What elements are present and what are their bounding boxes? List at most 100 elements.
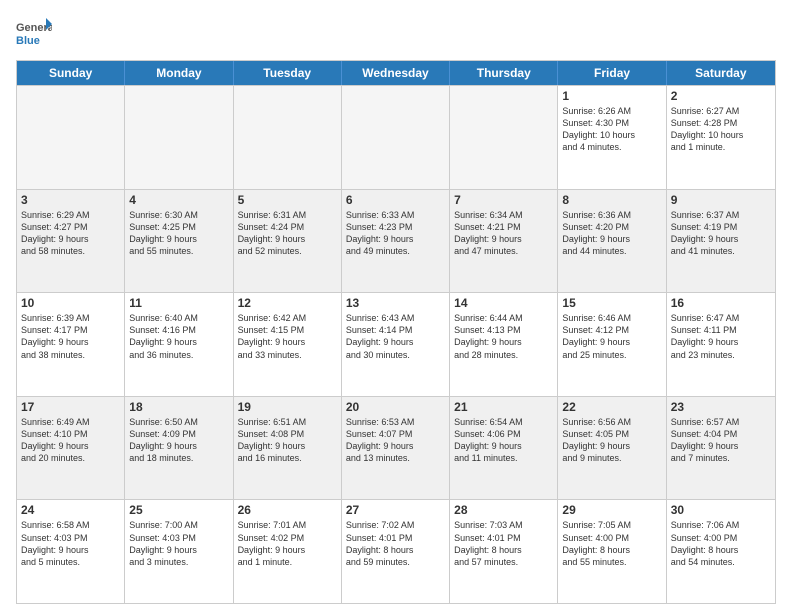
day-cell-27: 27 Sunrise: 7:02 AMSunset: 4:01 PMDayligh… — [342, 500, 450, 603]
calendar-row-0: 1 Sunrise: 6:26 AMSunset: 4:30 PMDaylight… — [17, 85, 775, 189]
page-header: General Blue — [16, 16, 776, 52]
header-day-sunday: Sunday — [17, 61, 125, 85]
logo-svg: General Blue — [16, 16, 52, 52]
day-cell-3: 3Sunrise: 6:29 AMSunset: 4:27 PMDaylight… — [17, 190, 125, 293]
empty-cell — [450, 86, 558, 189]
empty-cell — [342, 86, 450, 189]
day-number: 9 — [671, 193, 771, 207]
day-cell-23: 23 Sunrise: 6:57 AMSunset: 4:04 PMDayligh… — [667, 397, 775, 500]
calendar-row-1: 3Sunrise: 6:29 AMSunset: 4:27 PMDaylight… — [17, 189, 775, 293]
day-cell-8: 8 Sunrise: 6:36 AMSunset: 4:20 PMDaylight… — [558, 190, 666, 293]
day-cell-28: 28 Sunrise: 7:03 AMSunset: 4:01 PMDayligh… — [450, 500, 558, 603]
day-info: Sunrise: 6:42 AMSunset: 4:15 PMDaylight:… — [238, 312, 337, 361]
day-cell-14: 14 Sunrise: 6:44 AMSunset: 4:13 PMDayligh… — [450, 293, 558, 396]
day-info: Sunrise: 6:58 AMSunset: 4:03 PMDaylight:… — [21, 519, 120, 568]
day-info: Sunrise: 7:03 AMSunset: 4:01 PMDaylight:… — [454, 519, 553, 568]
day-cell-13: 13 Sunrise: 6:43 AMSunset: 4:14 PMDayligh… — [342, 293, 450, 396]
day-cell-7: 7Sunrise: 6:34 AMSunset: 4:21 PMDaylight… — [450, 190, 558, 293]
day-cell-15: 15 Sunrise: 6:46 AMSunset: 4:12 PMDayligh… — [558, 293, 666, 396]
day-cell-12: 12 Sunrise: 6:42 AMSunset: 4:15 PMDayligh… — [234, 293, 342, 396]
day-info: Sunrise: 6:27 AMSunset: 4:28 PMDaylight:… — [671, 105, 771, 154]
day-cell-9: 9 Sunrise: 6:37 AMSunset: 4:19 PMDaylight… — [667, 190, 775, 293]
day-info: Sunrise: 6:31 AMSunset: 4:24 PMDaylight:… — [238, 209, 337, 258]
day-info: Sunrise: 7:06 AMSunset: 4:00 PMDaylight:… — [671, 519, 771, 568]
empty-cell — [125, 86, 233, 189]
day-number: 24 — [21, 503, 120, 517]
day-info: Sunrise: 6:53 AMSunset: 4:07 PMDaylight:… — [346, 416, 445, 465]
day-info: Sunrise: 6:54 AMSunset: 4:06 PMDaylight:… — [454, 416, 553, 465]
day-number: 7 — [454, 193, 553, 207]
day-cell-1: 1 Sunrise: 6:26 AMSunset: 4:30 PMDaylight… — [558, 86, 666, 189]
day-number: 28 — [454, 503, 553, 517]
day-info: Sunrise: 6:36 AMSunset: 4:20 PMDaylight:… — [562, 209, 661, 258]
day-info: Sunrise: 6:43 AMSunset: 4:14 PMDaylight:… — [346, 312, 445, 361]
day-info: Sunrise: 6:26 AMSunset: 4:30 PMDaylight:… — [562, 105, 661, 154]
day-cell-21: 21 Sunrise: 6:54 AMSunset: 4:06 PMDayligh… — [450, 397, 558, 500]
day-info: Sunrise: 6:57 AMSunset: 4:04 PMDaylight:… — [671, 416, 771, 465]
day-number: 25 — [129, 503, 228, 517]
day-cell-24: 24 Sunrise: 6:58 AMSunset: 4:03 PMDayligh… — [17, 500, 125, 603]
day-cell-4: 4 Sunrise: 6:30 AMSunset: 4:25 PMDaylight… — [125, 190, 233, 293]
day-cell-29: 29 Sunrise: 7:05 AMSunset: 4:00 PMDayligh… — [558, 500, 666, 603]
empty-cell — [234, 86, 342, 189]
day-number: 29 — [562, 503, 661, 517]
calendar-body: 1 Sunrise: 6:26 AMSunset: 4:30 PMDaylight… — [17, 85, 775, 603]
day-number: 26 — [238, 503, 337, 517]
day-cell-11: 11 Sunrise: 6:40 AMSunset: 4:16 PMDayligh… — [125, 293, 233, 396]
day-info: Sunrise: 7:02 AMSunset: 4:01 PMDaylight:… — [346, 519, 445, 568]
day-number: 12 — [238, 296, 337, 310]
day-number: 20 — [346, 400, 445, 414]
day-info: Sunrise: 6:44 AMSunset: 4:13 PMDaylight:… — [454, 312, 553, 361]
day-number: 27 — [346, 503, 445, 517]
day-number: 22 — [562, 400, 661, 414]
day-number: 6 — [346, 193, 445, 207]
day-cell-6: 6 Sunrise: 6:33 AMSunset: 4:23 PMDaylight… — [342, 190, 450, 293]
empty-cell — [17, 86, 125, 189]
day-number: 4 — [129, 193, 228, 207]
day-number: 8 — [562, 193, 661, 207]
day-info: Sunrise: 6:51 AMSunset: 4:08 PMDaylight:… — [238, 416, 337, 465]
day-cell-17: 17 Sunrise: 6:49 AMSunset: 4:10 PMDayligh… — [17, 397, 125, 500]
day-info: Sunrise: 6:37 AMSunset: 4:19 PMDaylight:… — [671, 209, 771, 258]
day-number: 10 — [21, 296, 120, 310]
header-day-friday: Friday — [558, 61, 666, 85]
day-number: 23 — [671, 400, 771, 414]
day-cell-25: 25 Sunrise: 7:00 AMSunset: 4:03 PMDayligh… — [125, 500, 233, 603]
day-number: 21 — [454, 400, 553, 414]
calendar-row-2: 10Sunrise: 6:39 AMSunset: 4:17 PMDayligh… — [17, 292, 775, 396]
day-cell-10: 10Sunrise: 6:39 AMSunset: 4:17 PMDayligh… — [17, 293, 125, 396]
header-day-thursday: Thursday — [450, 61, 558, 85]
day-cell-20: 20 Sunrise: 6:53 AMSunset: 4:07 PMDayligh… — [342, 397, 450, 500]
day-cell-2: 2 Sunrise: 6:27 AMSunset: 4:28 PMDaylight… — [667, 86, 775, 189]
day-number: 3 — [21, 193, 120, 207]
day-info: Sunrise: 6:46 AMSunset: 4:12 PMDaylight:… — [562, 312, 661, 361]
day-cell-19: 19 Sunrise: 6:51 AMSunset: 4:08 PMDayligh… — [234, 397, 342, 500]
day-cell-26: 26 Sunrise: 7:01 AMSunset: 4:02 PMDayligh… — [234, 500, 342, 603]
day-cell-16: 16Sunrise: 6:47 AMSunset: 4:11 PMDayligh… — [667, 293, 775, 396]
day-number: 1 — [562, 89, 661, 103]
day-cell-30: 30 Sunrise: 7:06 AMSunset: 4:00 PMDayligh… — [667, 500, 775, 603]
day-number: 14 — [454, 296, 553, 310]
day-cell-5: 5Sunrise: 6:31 AMSunset: 4:24 PMDaylight… — [234, 190, 342, 293]
day-info: Sunrise: 6:33 AMSunset: 4:23 PMDaylight:… — [346, 209, 445, 258]
day-number: 17 — [21, 400, 120, 414]
day-info: Sunrise: 7:01 AMSunset: 4:02 PMDaylight:… — [238, 519, 337, 568]
day-number: 19 — [238, 400, 337, 414]
day-number: 30 — [671, 503, 771, 517]
day-number: 18 — [129, 400, 228, 414]
day-cell-22: 22 Sunrise: 6:56 AMSunset: 4:05 PMDayligh… — [558, 397, 666, 500]
day-info: Sunrise: 6:56 AMSunset: 4:05 PMDaylight:… — [562, 416, 661, 465]
day-number: 11 — [129, 296, 228, 310]
day-info: Sunrise: 6:49 AMSunset: 4:10 PMDaylight:… — [21, 416, 120, 465]
day-number: 2 — [671, 89, 771, 103]
day-info: Sunrise: 6:30 AMSunset: 4:25 PMDaylight:… — [129, 209, 228, 258]
calendar-row-4: 24 Sunrise: 6:58 AMSunset: 4:03 PMDayligh… — [17, 499, 775, 603]
day-info: Sunrise: 7:05 AMSunset: 4:00 PMDaylight:… — [562, 519, 661, 568]
svg-text:Blue: Blue — [16, 35, 40, 47]
day-number: 13 — [346, 296, 445, 310]
day-info: Sunrise: 6:47 AMSunset: 4:11 PMDaylight:… — [671, 312, 771, 361]
header-day-saturday: Saturday — [667, 61, 775, 85]
day-number: 15 — [562, 296, 661, 310]
day-info: Sunrise: 7:00 AMSunset: 4:03 PMDaylight:… — [129, 519, 228, 568]
day-info: Sunrise: 6:40 AMSunset: 4:16 PMDaylight:… — [129, 312, 228, 361]
